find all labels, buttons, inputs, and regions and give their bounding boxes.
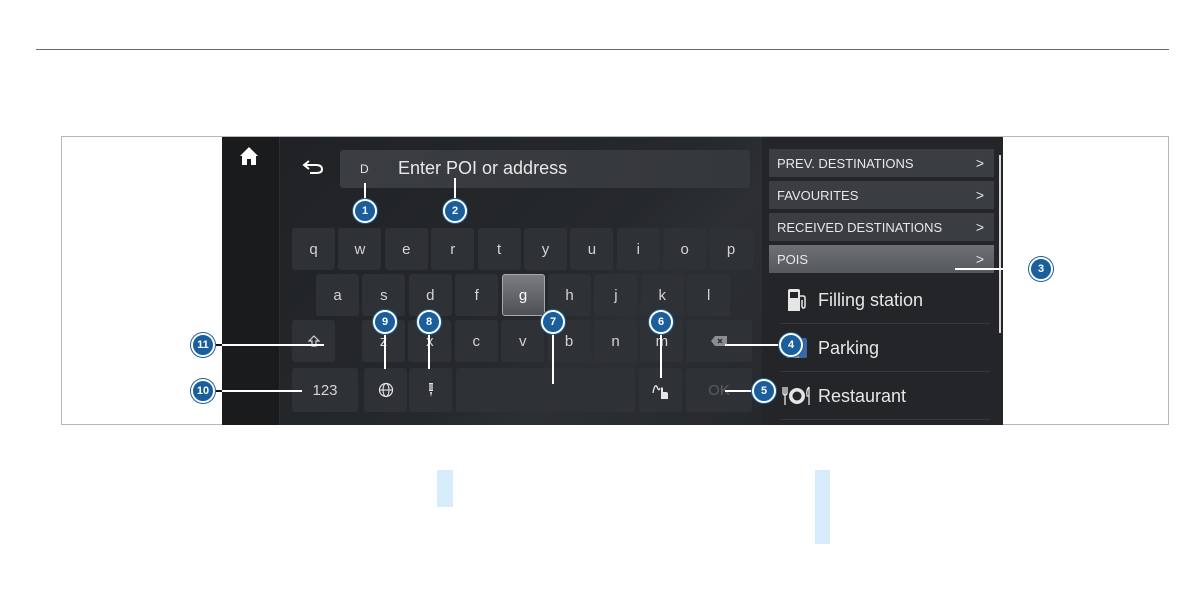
menu-label: PREV. DESTINATIONS [777,155,914,171]
key-n[interactable]: n [594,320,637,362]
note-marker [815,470,830,544]
key-y[interactable]: y [524,228,567,270]
space-key[interactable] [456,368,635,412]
menu-prev-destinations[interactable]: PREV. DESTINATIONS > [769,149,994,177]
leader-line-7 [552,333,554,384]
callout-2: 2 [443,199,467,223]
sidebar-scrollbar[interactable] [999,155,1001,333]
home-icon [240,147,258,165]
country-prefix: D [360,162,369,176]
poi-label: Filling station [818,289,924,310]
menu-label: POIS [777,251,809,267]
globe-icon [378,382,393,398]
shift-key[interactable] [292,320,335,362]
leader-line-8 [428,333,430,369]
handwriting-icon [651,385,668,399]
key-o[interactable]: o [663,228,707,270]
chevron-right-icon: > [975,155,984,171]
chevron-right-icon: > [975,187,984,203]
poi-filling-station[interactable]: Filling station [780,277,990,324]
callout-11: 11 [191,333,215,357]
callout-1: 1 [353,199,377,223]
microphone-icon [427,383,434,397]
home-column [222,137,280,425]
menu-favourites[interactable]: FAVOURITES > [769,181,994,209]
callout-10: 10 [191,379,215,403]
destination-sidebar: PREV. DESTINATIONS > FAVOURITES > RECEIV… [762,137,1003,425]
note-marker [437,470,453,507]
callout-3: 3 [1029,257,1053,281]
key-f[interactable]: f [455,274,499,316]
key-g[interactable]: g [501,274,545,316]
fuel-pump-icon [780,288,814,312]
callout-4: 4 [779,333,803,357]
key-w[interactable]: w [338,228,382,270]
callout-8: 8 [417,310,441,334]
key-q[interactable]: q [292,228,335,270]
search-placeholder: Enter POI or address [398,158,568,178]
key-u[interactable]: u [570,228,614,270]
chevron-right-icon: > [975,219,984,235]
key-e[interactable]: e [384,228,428,270]
key-p[interactable]: p [709,228,753,270]
menu-label: RECEIVED DESTINATIONS [777,219,943,235]
voice-input-key[interactable] [409,368,452,412]
leader-line-10b [222,390,302,392]
key-j[interactable]: j [594,274,638,316]
home-button[interactable] [234,141,264,171]
key-v[interactable]: v [501,320,545,362]
callout-5: 5 [752,379,776,403]
poi-parking[interactable]: Parking [780,325,990,372]
poi-label: Restaurant [818,385,907,406]
leader-line-6 [660,333,662,378]
key-a[interactable]: a [316,274,359,316]
top-rule [36,49,1169,50]
key-c[interactable]: c [454,320,498,362]
language-key[interactable] [364,368,407,412]
leader-line-9 [384,333,386,369]
chevron-right-icon: > [975,251,984,267]
back-arrow-icon [302,160,324,174]
back-button[interactable] [292,151,334,183]
key-t[interactable]: t [477,228,521,270]
backspace-key[interactable] [686,320,752,362]
poi-restaurant[interactable]: Restaurant [780,373,990,420]
leader-line-4 [725,344,780,346]
poi-label: Parking [818,337,880,358]
leader-line-3 [955,268,1030,270]
head-unit-screen: D Enter POI or address qwertyuiop asdfgh… [222,137,1003,425]
search-input[interactable]: D Enter POI or address [340,150,750,188]
key-r[interactable]: r [431,228,475,270]
menu-received-destinations[interactable]: RECEIVED DESTINATIONS > [769,213,994,241]
leader-line-11b [222,344,324,346]
leader-line-5 [725,390,753,392]
callout-9: 9 [373,310,397,334]
restaurant-icon [780,385,814,407]
key-l[interactable]: l [687,274,731,316]
callout-6: 6 [649,310,673,334]
callout-7: 7 [541,310,565,334]
menu-label: FAVOURITES [777,187,859,203]
key-i[interactable]: i [616,228,660,270]
